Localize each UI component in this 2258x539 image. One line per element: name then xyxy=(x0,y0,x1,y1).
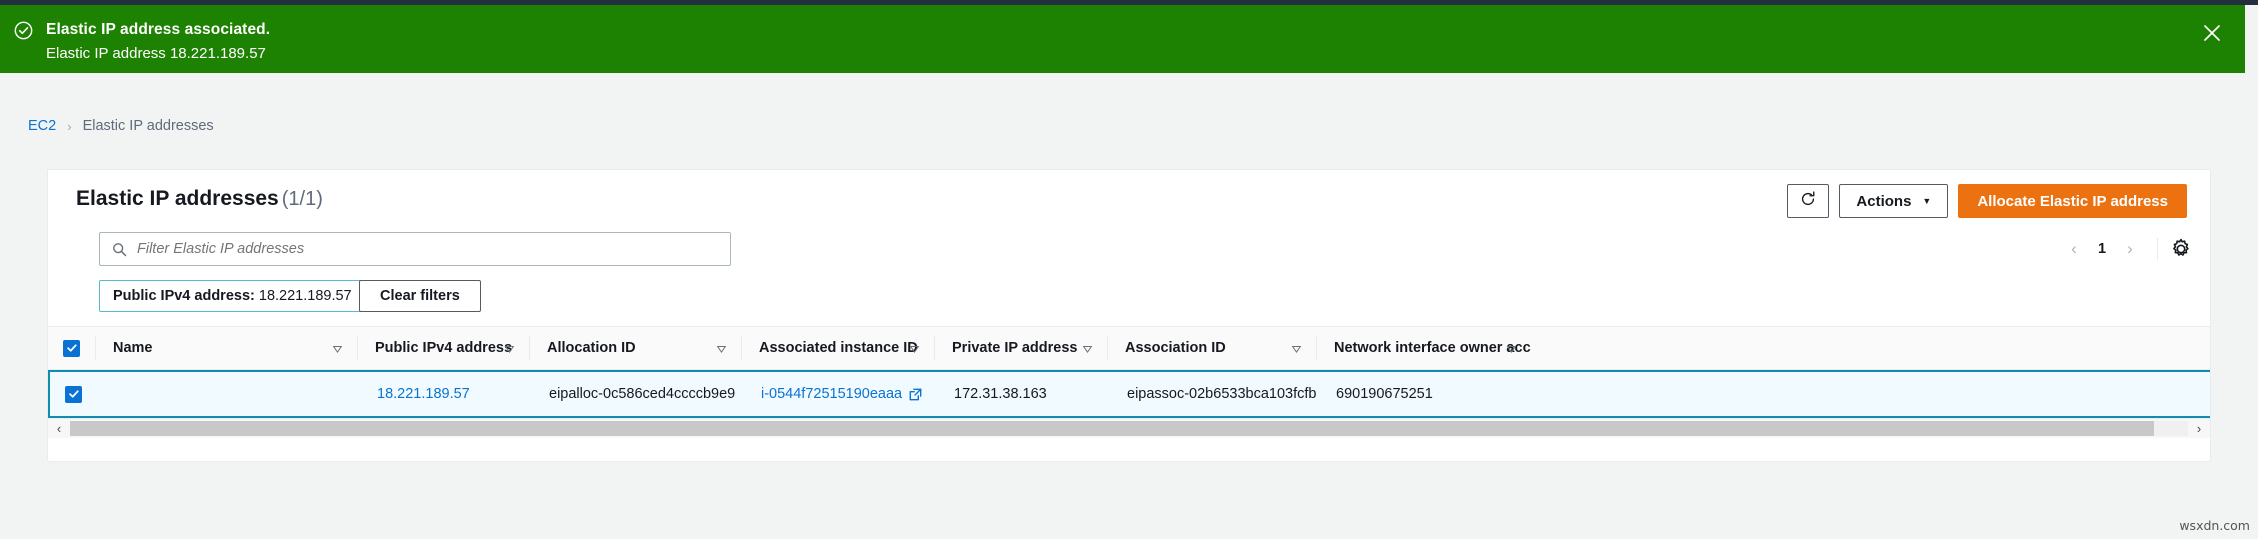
watermark: wsxdn.com xyxy=(2179,518,2250,533)
sort-descending-icon[interactable] xyxy=(909,343,920,354)
breadcrumb-item-ec2[interactable]: EC2 xyxy=(28,118,56,134)
select-all-checkbox-cell[interactable] xyxy=(48,327,95,369)
column-header-allocation-id[interactable]: Allocation ID xyxy=(529,327,741,369)
banner-subtitle: Elastic IP address 18.221.189.57 xyxy=(46,45,266,63)
column-header-label: Public IPv4 address xyxy=(375,340,513,356)
filter-token-public-ipv4[interactable]: Public IPv4 address: 18.221.189.57 xyxy=(99,280,389,312)
elastic-ip-table: Name Public IPv4 address Allocation ID A… xyxy=(48,326,2210,438)
check-circle-icon xyxy=(14,21,33,40)
page-title: Elastic IP addresses (1/1) xyxy=(76,187,323,211)
filter-token-label: Public IPv4 address: 18.221.189.57 xyxy=(113,288,352,304)
row-checkbox-cell[interactable] xyxy=(50,372,97,416)
column-header-public-ipv4-address[interactable]: Public IPv4 address xyxy=(357,327,529,369)
column-header-name[interactable]: Name xyxy=(95,327,357,369)
search-input[interactable] xyxy=(137,241,722,257)
instance-id-label: i-0544f72515190eaaa xyxy=(761,386,903,402)
pagination: ‹ 1 › xyxy=(2059,234,2192,264)
scrollbar-thumb[interactable] xyxy=(70,421,2155,436)
filter-bar: ‹ 1 › xyxy=(48,232,2210,280)
public-ipv4-link[interactable]: 18.221.189.57 xyxy=(377,386,470,402)
search-field[interactable] xyxy=(99,232,731,266)
sort-descending-icon[interactable] xyxy=(1506,343,1517,354)
search-icon xyxy=(112,242,127,257)
horizontal-scrollbar[interactable]: ‹ › xyxy=(48,418,2210,438)
elastic-ip-card: Elastic IP addresses (1/1) Actions ▼ Allo… xyxy=(47,169,2211,462)
breadcrumb: EC2 › Elastic IP addresses xyxy=(28,118,214,134)
column-header-network-interface-owner-account[interactable]: Network interface owner accou... xyxy=(1316,327,1531,369)
sort-descending-icon[interactable] xyxy=(1291,343,1302,354)
close-icon[interactable] xyxy=(2201,22,2223,44)
external-link-icon xyxy=(909,388,922,401)
clear-filters-button[interactable]: Clear filters xyxy=(359,280,481,312)
cell-name xyxy=(97,372,359,416)
page-title-text: Elastic IP addresses xyxy=(76,187,279,210)
column-header-label: Private IP address xyxy=(952,340,1078,356)
sort-descending-icon[interactable] xyxy=(504,343,515,354)
cell-network-interface-owner-account: 690190675251 xyxy=(1336,386,1433,402)
page-title-count: (1/1) xyxy=(281,188,323,210)
sort-descending-icon[interactable] xyxy=(1082,343,1093,354)
column-header-label: Allocation ID xyxy=(547,340,636,356)
scroll-left-arrow[interactable]: ‹ xyxy=(48,422,70,435)
refresh-button[interactable] xyxy=(1787,184,1830,218)
checkbox-checked-icon[interactable] xyxy=(63,339,80,357)
sort-descending-icon[interactable] xyxy=(332,343,343,354)
column-header-label: Name xyxy=(113,340,153,356)
sort-descending-icon[interactable] xyxy=(716,343,727,354)
pagination-next-button[interactable]: › xyxy=(2115,234,2145,264)
cell-association-id: eipassoc-02b6533bca103fcfb xyxy=(1127,386,1317,402)
column-header-private-ip-address[interactable]: Private IP address xyxy=(934,327,1107,369)
chevron-right-icon: › xyxy=(67,118,72,134)
checkbox-checked-icon[interactable] xyxy=(65,385,82,403)
instance-id-link[interactable]: i-0544f72515190eaaa xyxy=(761,386,922,402)
column-header-label: Associated instance ID xyxy=(759,340,918,356)
scroll-right-arrow[interactable]: › xyxy=(2188,422,2210,435)
scrollbar-track[interactable] xyxy=(70,421,2188,436)
banner-text: Elastic IP address associated. Elastic I… xyxy=(46,18,270,65)
pagination-page-1[interactable]: 1 xyxy=(2089,241,2115,257)
cell-allocation-id: eipalloc-0c586ced4ccccb9e9 xyxy=(549,386,736,402)
gear-icon[interactable] xyxy=(2170,238,2192,260)
column-header-label: Network interface owner accou... xyxy=(1334,340,1531,356)
table-row[interactable]: 18.221.189.57 eipalloc-0c586ced4ccccb9e9… xyxy=(48,370,2210,418)
active-filters: Public IPv4 address: 18.221.189.57 Clear… xyxy=(48,280,2210,326)
actions-label: Actions xyxy=(1856,192,1912,210)
column-header-associated-instance-id[interactable]: Associated instance ID xyxy=(741,327,934,369)
actions-dropdown-button[interactable]: Actions ▼ xyxy=(1839,184,1949,218)
chevron-down-icon: ▼ xyxy=(1922,195,1932,206)
page-root: Elastic IP address associated. Elastic I… xyxy=(0,0,2258,539)
card-header: Elastic IP addresses (1/1) Actions ▼ Allo… xyxy=(48,170,2210,232)
divider xyxy=(2157,238,2158,260)
header-actions: Actions ▼ Allocate Elastic IP address xyxy=(1787,184,2187,218)
allocate-elastic-ip-button[interactable]: Allocate Elastic IP address xyxy=(1958,184,2187,218)
filter-token-key: Public IPv4 address: xyxy=(113,288,255,304)
filter-token-value: 18.221.189.57 xyxy=(258,288,352,304)
banner-title: Elastic IP address associated. xyxy=(46,21,271,38)
column-header-label: Association ID xyxy=(1125,340,1226,356)
refresh-icon xyxy=(1799,190,1817,212)
success-banner: Elastic IP address associated. Elastic I… xyxy=(0,5,2245,73)
breadcrumb-item-current: Elastic IP addresses xyxy=(82,118,214,134)
pagination-prev-button[interactable]: ‹ xyxy=(2059,234,2089,264)
cell-public-ipv4-address: 18.221.189.57 xyxy=(359,372,531,416)
table-header-row: Name Public IPv4 address Allocation ID A… xyxy=(48,326,2210,370)
cell-private-ip-address: 172.31.38.163 xyxy=(954,386,1047,402)
column-header-association-id[interactable]: Association ID xyxy=(1107,327,1316,369)
cell-associated-instance-id: i-0544f72515190eaaa xyxy=(743,372,936,416)
